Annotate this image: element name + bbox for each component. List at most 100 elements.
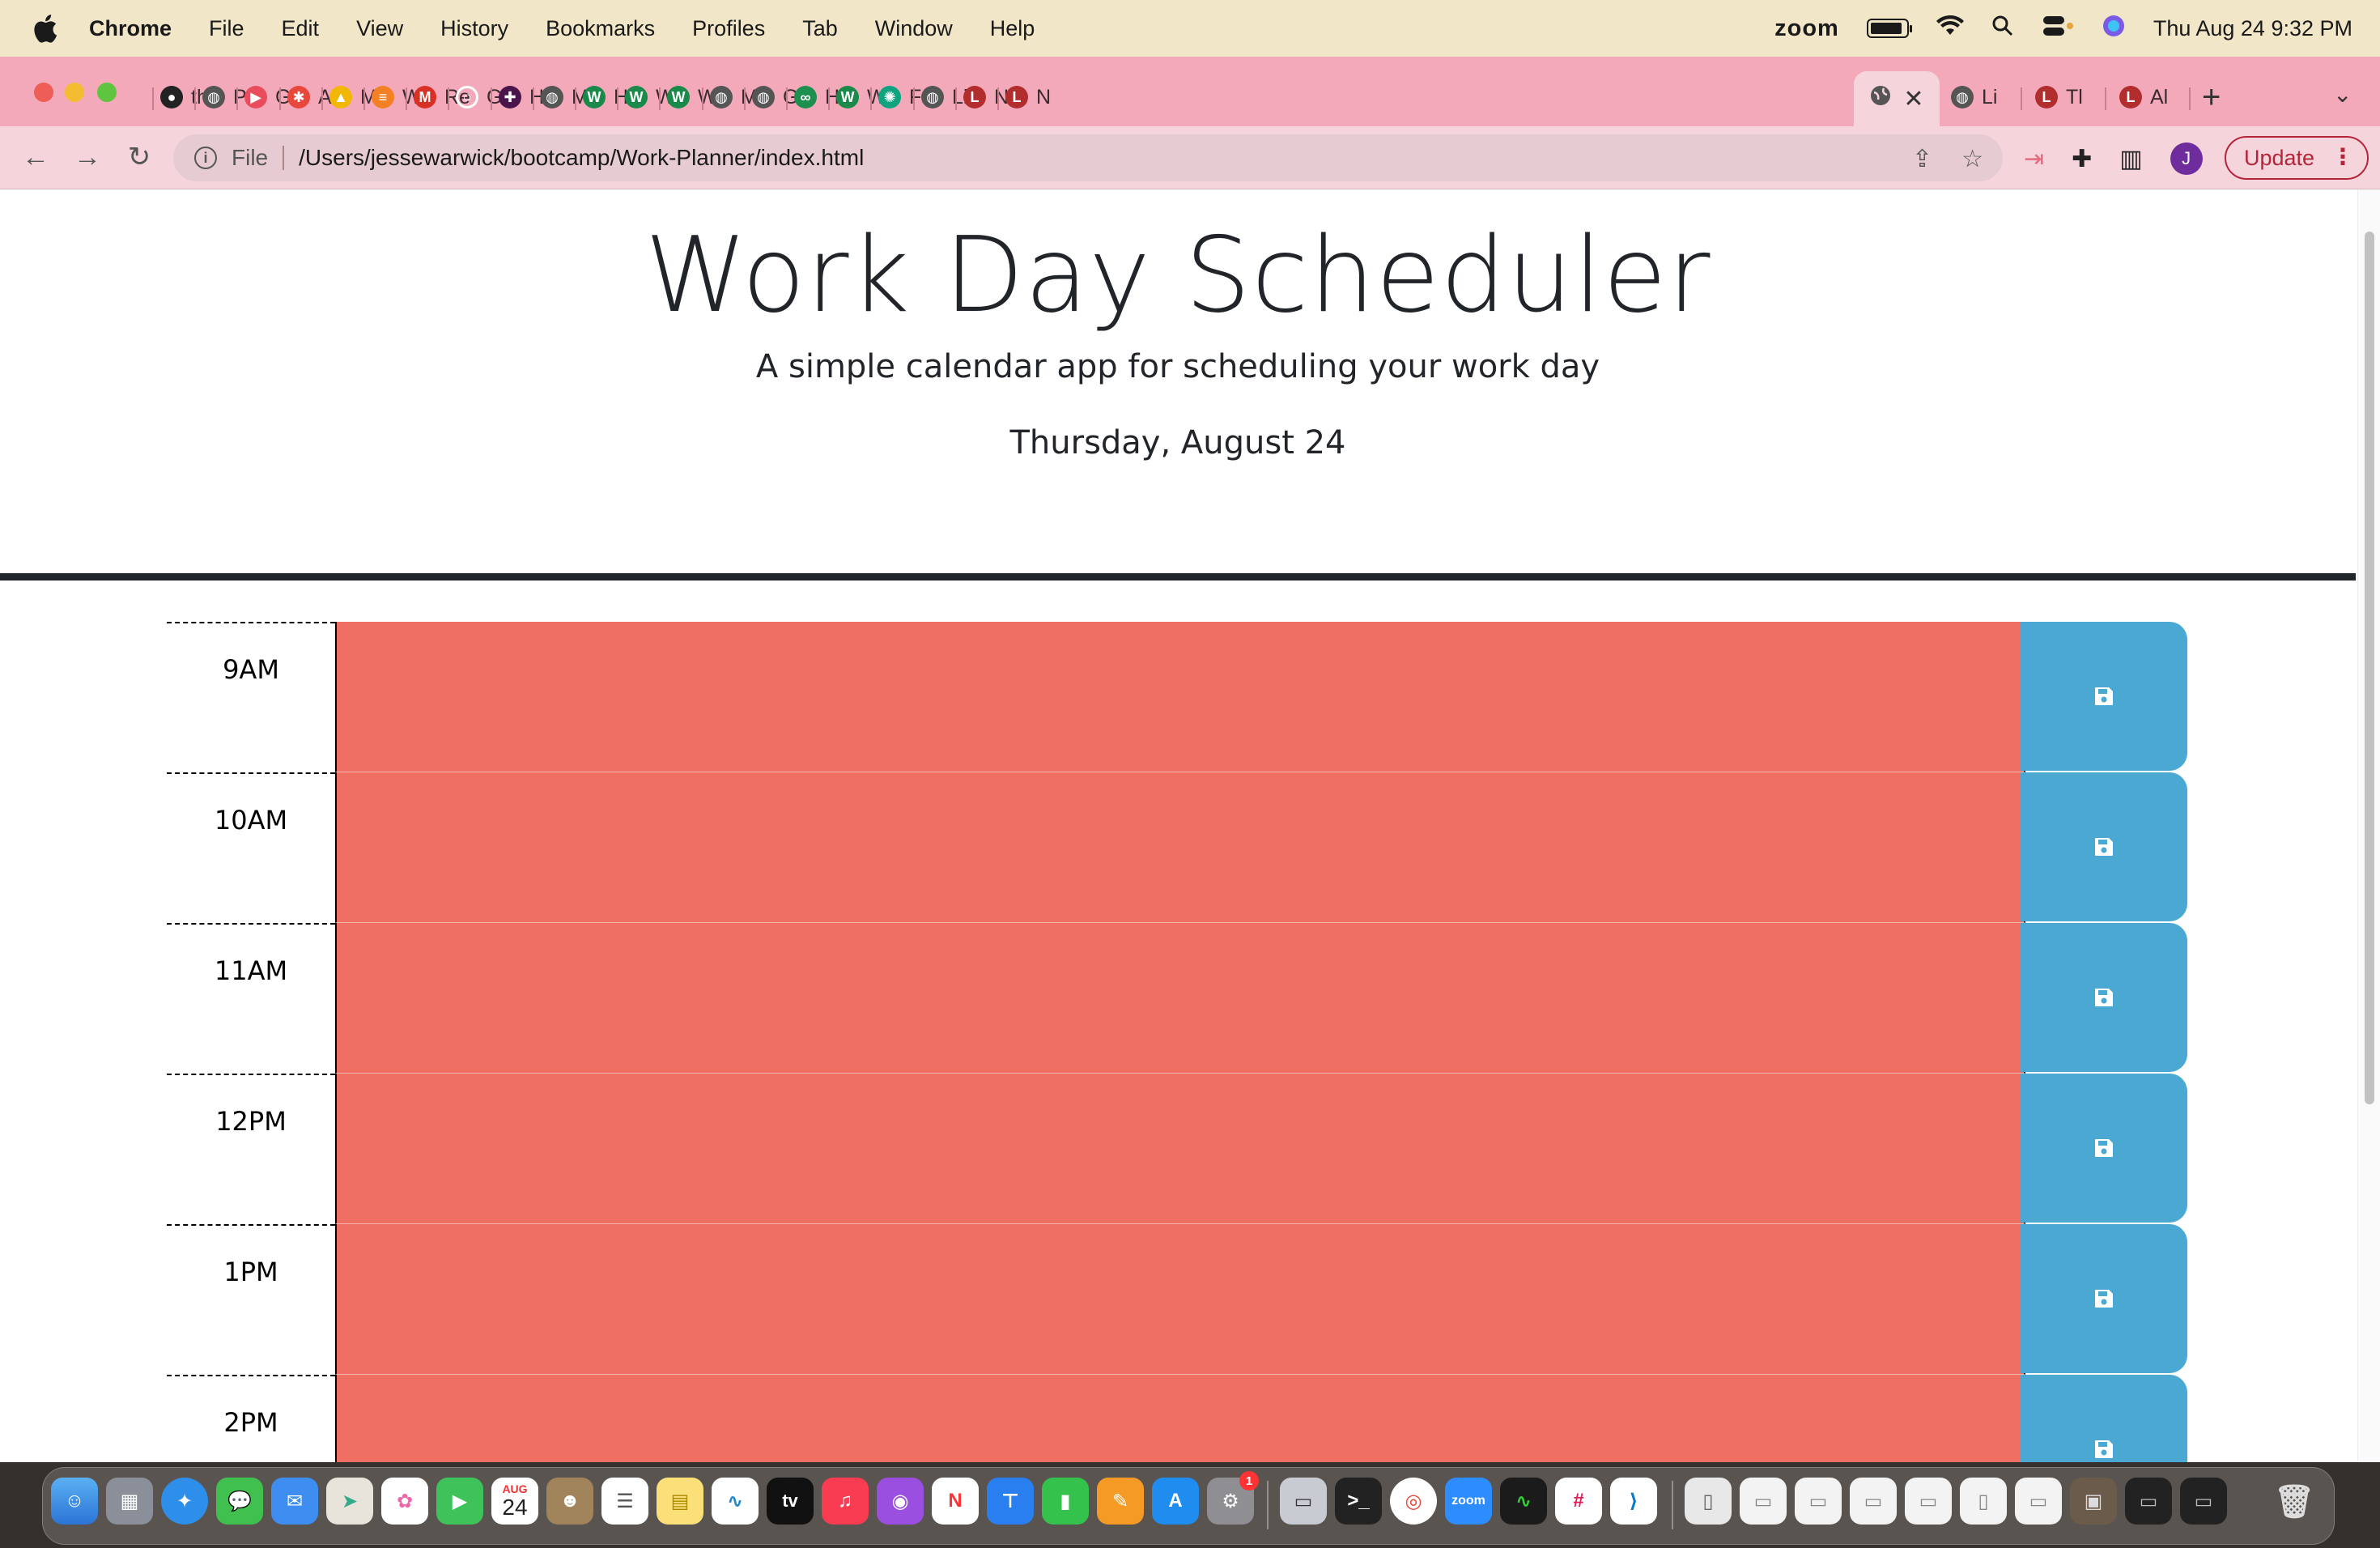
tab-main-14[interactable]: ◍ G [752, 79, 798, 115]
save-button[interactable] [2021, 772, 2187, 921]
tab-main-3[interactable]: ✱ A [287, 79, 332, 115]
podcasts-icon[interactable]: ◉ [877, 1478, 924, 1525]
reminders-icon[interactable]: ☰ [601, 1478, 648, 1525]
save-button[interactable] [2021, 1375, 2187, 1462]
control-center-icon[interactable] [2042, 15, 2074, 43]
recent-window-icon[interactable]: ▣ [2070, 1478, 2117, 1525]
window-close-button[interactable] [34, 83, 53, 102]
recent-window-icon[interactable]: ▭ [2015, 1478, 2062, 1525]
chrome-icon[interactable]: ◎ [1390, 1478, 1437, 1525]
news-icon[interactable]: N [932, 1478, 979, 1525]
spotlight-search-icon[interactable] [1991, 15, 2014, 43]
close-tab-icon[interactable]: ✕ [1903, 85, 1923, 113]
menu-edit[interactable]: Edit [282, 16, 320, 41]
address-url[interactable]: /Users/jessewarwick/bootcamp/Work-Planne… [299, 145, 864, 171]
menu-profiles[interactable]: Profiles [692, 16, 765, 41]
menu-window[interactable]: Window [875, 16, 953, 41]
recent-window-icon[interactable]: ▯ [1960, 1478, 2007, 1525]
tab-main-13[interactable]: ◍ M [710, 79, 758, 115]
save-button[interactable] [2021, 923, 2187, 1072]
mail-icon[interactable]: ✉ [271, 1478, 318, 1525]
window-minimize-button[interactable] [65, 83, 84, 102]
safari-icon[interactable]: ✦ [161, 1478, 208, 1525]
bookmark-star-icon[interactable]: ☆ [1961, 145, 1983, 173]
numbers-icon[interactable]: ▮ [1042, 1478, 1089, 1525]
menu-help[interactable]: Help [990, 16, 1035, 41]
system-settings-icon[interactable]: ⚙ 1 [1207, 1471, 1259, 1525]
recent-window-icon[interactable]: ▭ [2125, 1478, 2172, 1525]
profile-avatar[interactable]: J [2170, 142, 2203, 175]
address-bar[interactable]: i File /Users/jessewarwick/bootcamp/Work… [173, 134, 2003, 181]
tab-main-19[interactable]: LN [963, 79, 1009, 115]
recent-window-icon[interactable]: ▭ [2180, 1478, 2227, 1525]
event-description-input[interactable] [335, 622, 2025, 772]
tab-main-4[interactable]: ▲ M [329, 79, 377, 115]
tab-main-0[interactable]: ● th [160, 79, 208, 115]
menu-file[interactable]: File [209, 16, 244, 41]
calendar-icon[interactable]: AUG 24 [491, 1478, 538, 1525]
facetime-icon[interactable]: ▶ [436, 1478, 483, 1525]
active-tab[interactable]: ✕ [1854, 71, 1940, 126]
menubar-datetime[interactable]: Thu Aug 24 9:32 PM [2153, 16, 2352, 41]
activity-monitor-icon[interactable]: ∿ [1500, 1478, 1547, 1525]
battery-icon[interactable] [1866, 19, 1912, 38]
tab-main-9[interactable]: ◍ M [541, 79, 589, 115]
siri-icon[interactable] [2102, 14, 2126, 44]
zoom-status-icon[interactable]: zoom [1774, 15, 1839, 42]
extensions-puzzle-icon[interactable]: ✚ [2072, 145, 2092, 173]
site-info-icon[interactable]: i [194, 147, 217, 169]
event-description-input[interactable] [335, 772, 2025, 923]
trash-icon[interactable]: 🗑 [2271, 1478, 2318, 1525]
photos-icon[interactable]: ✿ [381, 1478, 428, 1525]
window-zoom-button[interactable] [97, 83, 117, 102]
recent-window-icon[interactable]: ▭ [1905, 1478, 1952, 1525]
side-panel-icon[interactable]: ▥ [2119, 145, 2142, 173]
launchpad-icon[interactable]: ▦ [106, 1478, 153, 1525]
tab-after-2[interactable]: L Al [2119, 79, 2168, 115]
menu-tab[interactable]: Tab [802, 16, 838, 41]
event-description-input[interactable] [335, 1074, 2025, 1224]
save-button[interactable] [2021, 1074, 2187, 1223]
tab-main-18[interactable]: ◍ Li [921, 79, 967, 115]
zoom-app-icon[interactable]: zoom [1445, 1478, 1492, 1525]
save-button[interactable] [2021, 622, 2187, 771]
apple-menu-icon[interactable] [29, 12, 62, 45]
wifi-icon[interactable] [1936, 15, 1964, 42]
tab-after-1[interactable]: L Tl [2035, 79, 2083, 115]
menu-view[interactable]: View [356, 16, 403, 41]
finder-icon[interactable]: ☺ [51, 1478, 98, 1525]
share-icon[interactable]: ⇪ [1912, 145, 1932, 173]
recent-window-icon[interactable]: ▭ [1795, 1478, 1842, 1525]
preview-icon[interactable]: ▭ [1280, 1478, 1327, 1525]
update-button[interactable]: Update ⋮ [2225, 136, 2369, 180]
music-icon[interactable]: ♫ [822, 1478, 869, 1525]
tab-main-8[interactable]: ✚ H [499, 79, 544, 115]
tab-main-10[interactable]: WH [583, 79, 628, 115]
tab-main-2[interactable]: ▶ G [244, 79, 291, 115]
slack-icon[interactable]: # [1555, 1478, 1602, 1525]
apple-tv-icon[interactable]: tv [767, 1478, 814, 1525]
event-description-input[interactable] [335, 923, 2025, 1074]
page-scrollbar[interactable] [2357, 189, 2380, 1462]
tab-main-20[interactable]: LN [1005, 79, 1051, 115]
tab-after-0[interactable]: ◍ Li [1951, 79, 1997, 115]
recent-window-icon[interactable]: ▭ [1850, 1478, 1897, 1525]
document-icon[interactable]: ▯ [1685, 1478, 1732, 1525]
menu-history[interactable]: History [440, 16, 508, 41]
tab-main-7[interactable]: ○ G [456, 79, 502, 115]
app-store-icon[interactable]: A [1152, 1478, 1199, 1525]
new-tab-button[interactable]: + [2202, 79, 2221, 116]
more-menu-icon[interactable]: ⋮ [2331, 144, 2354, 170]
back-arrow-icon[interactable]: ← [19, 141, 52, 173]
tab-search-chevron-icon[interactable]: ⌄ [2333, 81, 2352, 108]
event-description-input[interactable] [335, 1375, 2025, 1462]
event-description-input[interactable] [335, 1224, 2025, 1375]
notes-icon[interactable]: ▤ [657, 1478, 703, 1525]
maps-icon[interactable]: ➤ [326, 1478, 373, 1525]
recent-window-icon[interactable]: ▭ [1740, 1478, 1787, 1525]
save-button[interactable] [2021, 1224, 2187, 1373]
messages-icon[interactable]: 💬 [216, 1478, 263, 1525]
contacts-icon[interactable]: ☻ [546, 1478, 593, 1525]
tab-main-15[interactable]: ∞ H [794, 79, 839, 115]
pages-icon[interactable]: ✎ [1097, 1478, 1144, 1525]
